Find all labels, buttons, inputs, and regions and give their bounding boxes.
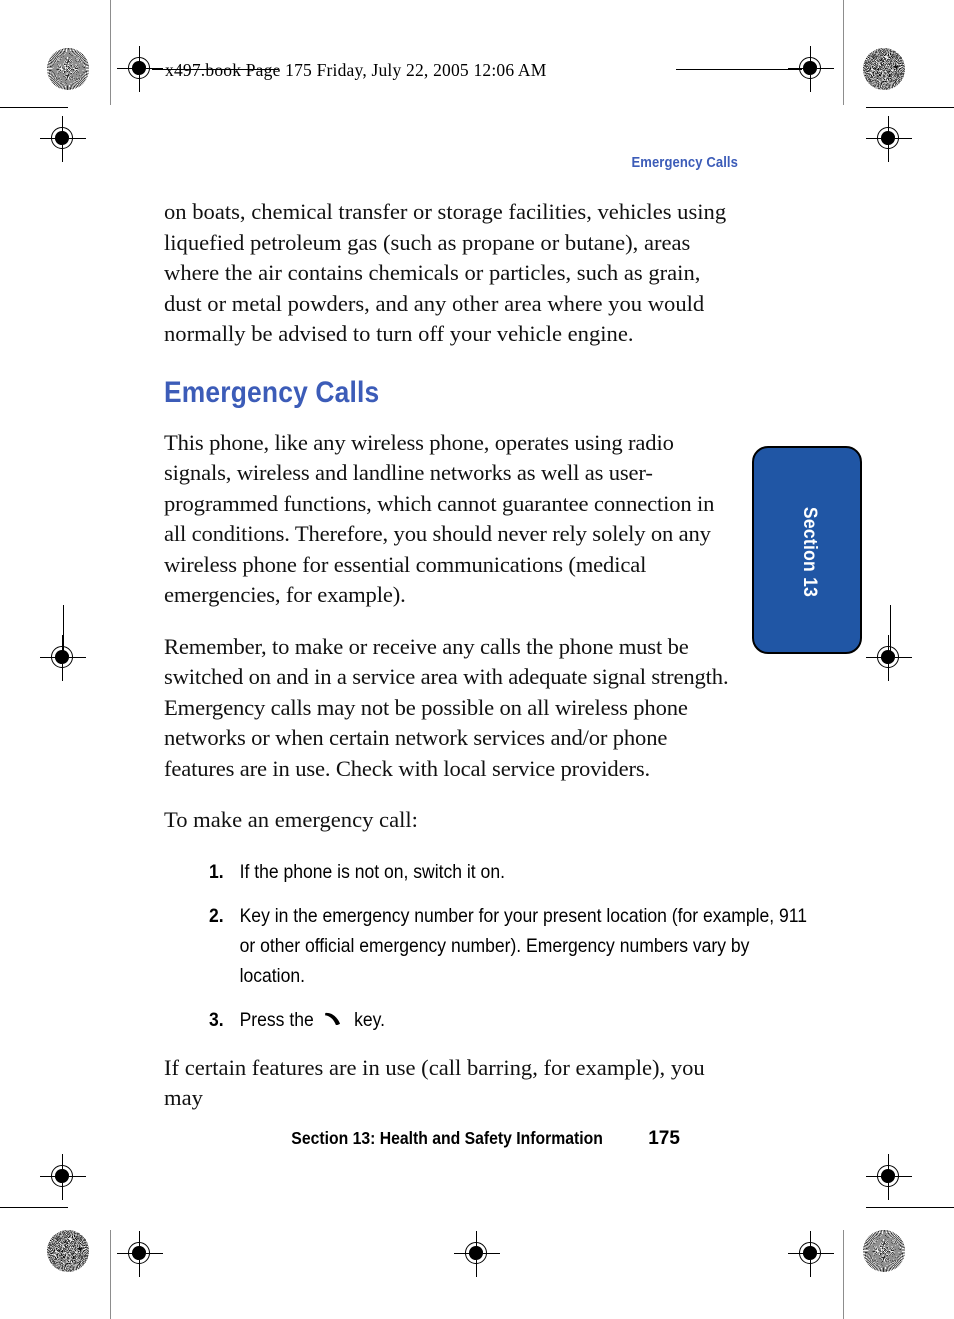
trim-line-horizontal-left-lower <box>0 1207 68 1208</box>
registration-mark-left-upper <box>40 116 86 162</box>
paragraph-2: Remember, to make or receive any calls t… <box>164 633 729 781</box>
section-thumb-tab: Section 13 <box>752 446 862 654</box>
registration-mark-top-right <box>788 46 834 92</box>
footer-section-title: Section 13: Health and Safety Informatio… <box>291 1128 603 1148</box>
trim-line-horizontal-right-upper <box>866 107 954 108</box>
intro-paragraph: on boats, chemical transfer or storage f… <box>164 199 727 346</box>
step-number: 3. <box>209 1008 224 1031</box>
registration-mark-left-middle <box>40 635 86 681</box>
registration-mark-top-left <box>117 46 163 92</box>
registration-mark-bottom-center <box>454 1231 500 1277</box>
running-head: Emergency Calls <box>631 155 738 171</box>
step-number: 1. <box>209 860 224 883</box>
color-rosette-bottom-left <box>47 1230 89 1272</box>
color-rosette-top-left <box>47 48 89 90</box>
step-text: Press the <box>239 1008 314 1031</box>
trim-line-horizontal-top-right <box>676 69 802 70</box>
list-item: 1. If the phone is not on, switch it on. <box>164 857 816 887</box>
step-text: Key in the emergency number for your pre… <box>239 904 808 987</box>
registration-mark-bottom-left <box>117 1231 163 1277</box>
registration-mark-left-lower <box>40 1154 86 1200</box>
trim-line-vertical-left-bottom <box>110 1230 111 1319</box>
page-content: Emergency Calls on boats, chemical trans… <box>164 155 807 1135</box>
registration-mark-right-lower <box>866 1154 912 1200</box>
trim-line-horizontal-right-lower <box>866 1207 954 1208</box>
step-text: If the phone is not on, switch it on. <box>239 860 505 883</box>
list-item: 3. Press the key. <box>164 1005 816 1035</box>
steps-list: 1. If the phone is not on, switch it on.… <box>164 857 807 1035</box>
trim-line-vertical-left-top <box>110 0 111 105</box>
color-rosette-bottom-right <box>863 1230 905 1272</box>
step-text-after: key. <box>354 1008 385 1031</box>
page-footer: Section 13: Health and Safety Informatio… <box>0 1128 954 1150</box>
trim-line-vertical-right-bottom <box>843 1230 844 1319</box>
section-thumb-tab-label: Section 13 <box>799 506 820 598</box>
send-key-icon <box>322 1008 345 1030</box>
paragraph-1: This phone, like any wireless phone, ope… <box>164 429 715 608</box>
closing-paragraph: If certain features are in use (call bar… <box>164 1054 705 1111</box>
section-thumb-tab-label-wrap: Section 13 <box>754 448 864 656</box>
step-number: 2. <box>209 904 224 927</box>
color-rosette-top-right <box>863 48 905 90</box>
trim-line-horizontal-left-upper <box>0 107 68 108</box>
registration-mark-right-middle <box>866 635 912 681</box>
trim-line-vertical-right-top <box>843 0 844 105</box>
print-file-header: x497.book Page 175 Friday, July 22, 2005… <box>165 60 547 80</box>
page-number: 175 <box>648 1128 680 1149</box>
steps-lead-in: To make an emergency call: <box>164 807 418 832</box>
registration-mark-bottom-right <box>788 1231 834 1277</box>
list-item: 2. Key in the emergency number for your … <box>164 901 816 991</box>
registration-mark-right-upper <box>866 116 912 162</box>
page-title: Emergency Calls <box>164 375 380 409</box>
